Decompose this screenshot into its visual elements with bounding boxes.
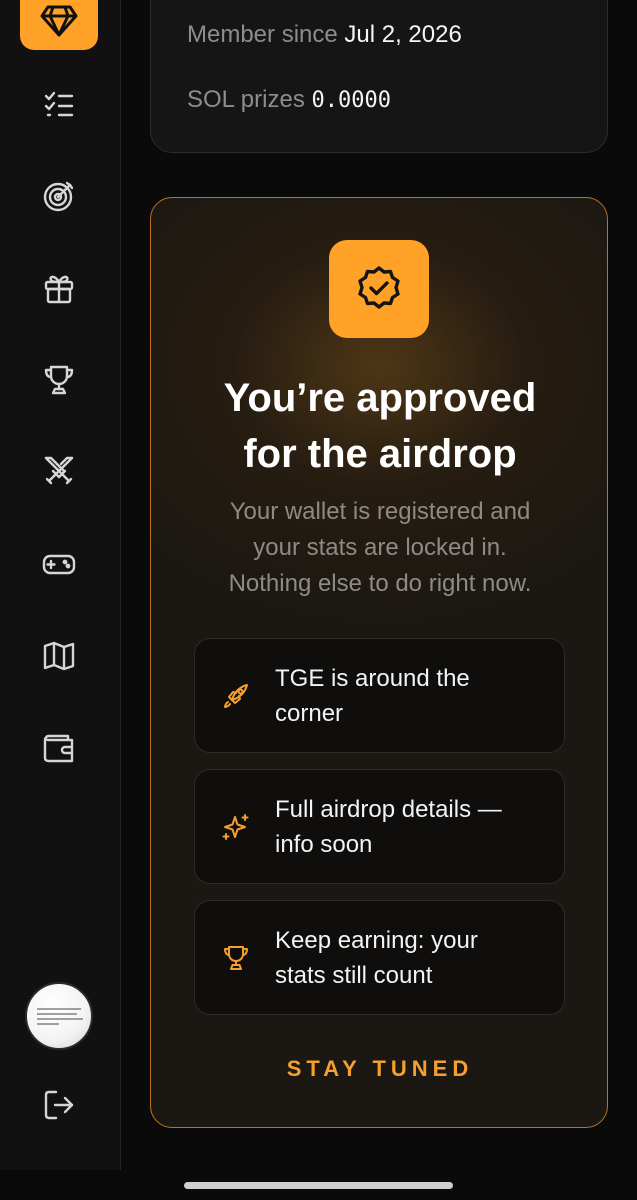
info-item-tge: TGE is around the corner	[194, 638, 565, 753]
rocket-icon	[224, 684, 248, 708]
airdrop-subtitle-line1: Your wallet is registered and	[229, 498, 531, 525]
home-indicator-bar[interactable]	[184, 1182, 453, 1189]
profile-stats-card: Member since Jul 2, 2026 SOL prizes 0.00…	[150, 0, 608, 153]
target-icon	[43, 181, 74, 212]
approved-badge	[329, 240, 429, 338]
info-item-earning: Keep earning: your stats still count	[194, 900, 565, 1015]
info-item-earning-line2: stats still count	[275, 962, 433, 989]
airdrop-subtitle-line2: your stats are locked in.	[253, 534, 507, 561]
member-since-value: Jul 2, 2026	[344, 21, 462, 48]
info-item-details-line1: Full airdrop details —	[275, 796, 502, 823]
trophy-icon	[44, 365, 74, 395]
nav-tasks[interactable]	[40, 86, 78, 124]
home-logo-button[interactable]	[20, 0, 98, 50]
info-item-details-text: Full airdrop details — info soon	[275, 792, 545, 862]
member-since-label: Member since	[187, 21, 338, 48]
sparkles-icon	[222, 814, 249, 840]
nav-wallet[interactable]	[40, 729, 78, 767]
verified-badge-icon	[358, 266, 400, 309]
gamepad-icon	[42, 554, 76, 575]
wallet-icon	[43, 734, 74, 763]
map-icon	[43, 641, 75, 671]
sidebar	[0, 0, 121, 1170]
checklist-icon	[44, 91, 74, 117]
airdrop-subtitle: Your wallet is registered and your stats…	[191, 494, 569, 602]
logout-icon	[44, 1090, 74, 1120]
trophy-icon	[224, 946, 248, 970]
sol-prizes-value: 0.0000	[311, 88, 391, 113]
crossed-swords-icon	[44, 456, 74, 485]
info-item-tge-line2: corner	[275, 700, 344, 727]
airdrop-title: You’re approved for the airdrop	[151, 370, 607, 482]
nav-map[interactable]	[40, 637, 78, 675]
logout-button[interactable]	[40, 1086, 78, 1124]
avatar[interactable]	[25, 982, 93, 1050]
gift-icon	[44, 275, 74, 304]
diamond-icon	[40, 5, 78, 37]
info-item-details-line2: info soon	[275, 831, 373, 858]
airdrop-title-line2: for the airdrop	[243, 432, 517, 476]
info-item-tge-line1: TGE is around the	[275, 665, 470, 692]
airdrop-subtitle-line3: Nothing else to do right now.	[228, 570, 532, 597]
info-item-details: Full airdrop details — info soon	[194, 769, 565, 884]
member-since-row: Member since Jul 2, 2026	[187, 21, 462, 49]
info-item-tge-text: TGE is around the corner	[275, 661, 545, 731]
sol-prizes-label: SOL prizes	[187, 86, 305, 113]
stay-tuned-label: STAY TUNED	[286, 1056, 474, 1081]
airdrop-title-line1: You’re approved	[223, 376, 537, 420]
nav-leaderboard[interactable]	[40, 361, 78, 399]
nav-battles[interactable]	[40, 452, 78, 490]
nav-games[interactable]	[40, 545, 78, 583]
nav-rewards[interactable]	[40, 269, 78, 307]
nav-missions[interactable]	[40, 177, 78, 215]
airdrop-status-card: You’re approved for the airdrop Your wal…	[150, 197, 608, 1128]
info-item-earning-line1: Keep earning: your	[275, 927, 478, 954]
info-item-earning-text: Keep earning: your stats still count	[275, 923, 545, 993]
sol-prizes-row: SOL prizes 0.0000	[187, 86, 391, 114]
